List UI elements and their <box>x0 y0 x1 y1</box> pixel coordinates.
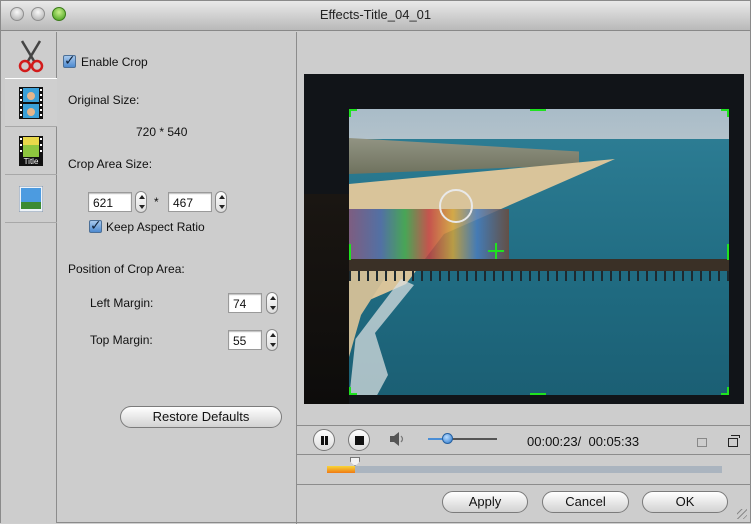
stop-icon <box>355 436 364 445</box>
controls-divider-top <box>297 425 751 426</box>
stop-button[interactable] <box>348 429 370 451</box>
timeline-track[interactable] <box>327 457 722 473</box>
crop-handle-bottom-left-v[interactable] <box>349 387 351 395</box>
left-margin-input[interactable]: 74 <box>228 293 262 313</box>
restore-defaults-button[interactable]: Restore Defaults <box>120 406 282 428</box>
top-margin-input[interactable]: 55 <box>228 330 262 350</box>
enable-crop-label: Enable Crop <box>81 55 148 69</box>
window-title: Effects-Title_04_01 <box>319 7 432 22</box>
original-size-label: Original Size: <box>68 93 140 107</box>
video-preview <box>304 74 744 404</box>
ok-button[interactable]: OK <box>642 491 728 513</box>
resize-grip[interactable] <box>737 509 747 519</box>
effects-window: Effects-Title_04_01 Title ✓ Enable Crop … <box>0 0 751 524</box>
popout-back <box>731 435 740 438</box>
keep-aspect-ratio-checkbox[interactable] <box>89 217 102 234</box>
crop-handle-bottom-right-v[interactable] <box>727 387 729 395</box>
popout-window-icon[interactable] <box>728 435 740 447</box>
top-margin-label: Top Margin: <box>90 333 153 347</box>
crop-height-input[interactable]: 467 <box>168 192 212 212</box>
sidebar: Title <box>1 32 57 523</box>
crop-height-stepper[interactable] <box>215 191 227 213</box>
crop-area-image[interactable] <box>349 109 729 395</box>
controls-divider-bottom <box>297 484 751 485</box>
total-time: 00:05:33 <box>588 434 640 449</box>
apply-button[interactable]: Apply <box>442 491 528 513</box>
crop-handle-right[interactable] <box>727 244 729 260</box>
crop-handle-top-right-v[interactable] <box>727 109 729 117</box>
position-of-crop-area-label: Position of Crop Area: <box>68 262 185 276</box>
pause-icon <box>321 436 328 445</box>
cancel-button[interactable]: Cancel <box>542 491 629 513</box>
keep-aspect-ratio-label: Keep Aspect Ratio <box>106 220 205 234</box>
window-icon[interactable] <box>697 438 707 447</box>
sidebar-tab-crop[interactable] <box>5 32 57 80</box>
picture-icon <box>19 185 43 212</box>
cropped-out-area <box>304 194 349 404</box>
sidebar-tab-effect[interactable] <box>5 78 57 126</box>
sidebar-tab-picture[interactable] <box>5 174 57 222</box>
original-size-value: 720 * 540 <box>136 125 188 139</box>
volume-knob[interactable] <box>442 433 453 444</box>
timeline-playhead[interactable] <box>350 457 360 466</box>
sidebar-tab-title[interactable]: Title <box>5 126 57 174</box>
image-pier <box>349 259 729 271</box>
current-time: 00:00:23 <box>527 434 578 449</box>
image-amusement-park <box>349 209 509 261</box>
panel-divider <box>296 32 297 524</box>
top-margin-stepper[interactable] <box>266 329 278 351</box>
left-margin-label: Left Margin: <box>90 296 154 310</box>
film-effect-icon <box>19 86 43 119</box>
crop-width-input[interactable]: 621 <box>88 192 132 212</box>
time-separator: / <box>577 434 582 449</box>
film-title-icon: Title <box>19 135 43 166</box>
speaker-icon[interactable] <box>389 431 405 447</box>
crop-width-stepper[interactable] <box>135 191 147 213</box>
title-bar: Effects-Title_04_01 <box>1 1 750 31</box>
crop-handle-top-left-v[interactable] <box>349 109 351 117</box>
crop-times-sign: * <box>154 195 159 209</box>
crop-area-size-label: Crop Area Size: <box>68 157 153 171</box>
pause-button[interactable] <box>313 429 335 451</box>
crop-handle-left[interactable] <box>349 244 351 260</box>
image-pier-legs <box>349 271 729 281</box>
controls-divider-mid <box>297 454 751 455</box>
popout-front <box>728 438 738 447</box>
sidebar-separator <box>5 222 57 223</box>
image-ferris-wheel <box>439 189 473 223</box>
enable-crop-checkbox[interactable] <box>63 52 76 69</box>
crop-handle-top[interactable] <box>530 109 546 111</box>
svg-text:Title: Title <box>24 157 39 166</box>
timeline-progress <box>327 466 355 473</box>
crop-center-crosshair-v[interactable] <box>495 243 497 259</box>
crop-handle-bottom[interactable] <box>530 393 546 395</box>
scissors-icon <box>18 40 44 73</box>
left-margin-stepper[interactable] <box>266 292 278 314</box>
volume-slider[interactable] <box>428 433 497 444</box>
time-display: 00:00:23/ 00:05:33 <box>527 434 639 449</box>
